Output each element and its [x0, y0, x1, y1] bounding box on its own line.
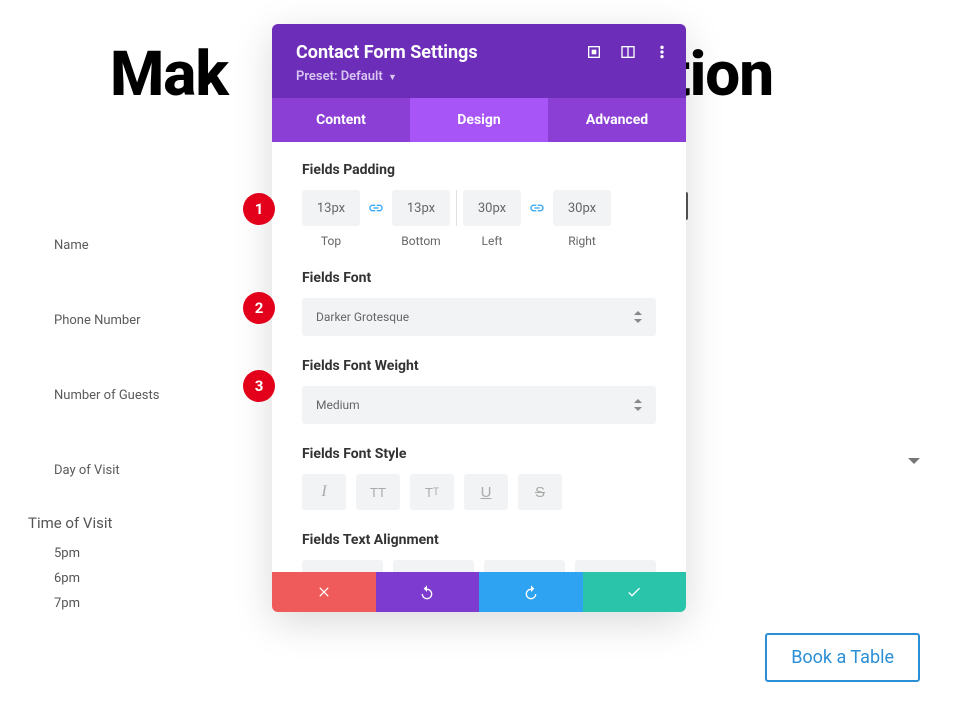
fields-font-select[interactable]: Darker Grotesque: [302, 298, 656, 336]
tab-content[interactable]: Content: [272, 98, 410, 142]
alignment-buttons: [302, 560, 656, 572]
chevron-down-icon: ▼: [388, 73, 397, 83]
cancel-button[interactable]: [272, 572, 376, 612]
padding-top-label: Top: [302, 234, 360, 248]
time-option-5pm[interactable]: 5pm: [54, 546, 80, 561]
dropdown-caret-icon[interactable]: [908, 458, 920, 464]
time-option-7pm[interactable]: 7pm: [54, 596, 80, 611]
preset-label: Preset:: [296, 69, 337, 84]
tab-design[interactable]: Design: [410, 98, 548, 142]
field-phone[interactable]: Phone Number: [54, 313, 159, 328]
padding-bottom-input[interactable]: [392, 190, 450, 226]
select-caret-icon: [634, 399, 642, 411]
form-fields-list: Name Phone Number Number of Guests Day o…: [54, 238, 159, 538]
annotation-1: 1: [243, 193, 275, 225]
panel-body: Fields Padding Top Bottom Left: [272, 142, 686, 572]
padding-top-input[interactable]: [302, 190, 360, 226]
redo-button[interactable]: [479, 572, 583, 612]
panel-header: Contact Form Settings Preset: Default ▼: [272, 24, 686, 98]
expand-icon[interactable]: [586, 44, 602, 60]
uppercase-button[interactable]: TT: [356, 474, 400, 510]
preset-value: Default: [341, 69, 383, 84]
fields-padding-label: Fields Padding: [302, 162, 656, 178]
font-style-buttons: I TT TT U S: [302, 474, 656, 510]
padding-left-label: Left: [463, 234, 521, 248]
annotation-2: 2: [243, 292, 275, 324]
font-value: Darker Grotesque: [316, 310, 409, 324]
padding-right-input[interactable]: [553, 190, 611, 226]
book-table-button[interactable]: Book a Table: [765, 633, 920, 682]
header-icons: [586, 44, 670, 60]
padding-controls: Top Bottom Left Right: [302, 190, 656, 248]
capitalize-button[interactable]: TT: [410, 474, 454, 510]
padding-left-input[interactable]: [463, 190, 521, 226]
align-center-button[interactable]: [393, 560, 474, 572]
panel-footer: [272, 572, 686, 612]
padding-right-label: Right: [553, 234, 611, 248]
fields-style-label: Fields Font Style: [302, 446, 656, 462]
align-right-button[interactable]: [484, 560, 565, 572]
fields-align-label: Fields Text Alignment: [302, 532, 656, 548]
time-options: 5pm 6pm 7pm: [54, 546, 80, 621]
field-day[interactable]: Day of Visit: [54, 463, 159, 478]
field-guests[interactable]: Number of Guests: [54, 388, 159, 403]
undo-button[interactable]: [376, 572, 480, 612]
preset-selector[interactable]: Preset: Default ▼: [296, 69, 662, 84]
time-of-visit-label: Time of Visit: [28, 514, 112, 532]
align-left-button[interactable]: [302, 560, 383, 572]
columns-icon[interactable]: [620, 44, 636, 60]
padding-divider: [456, 190, 457, 226]
fields-font-label: Fields Font: [302, 270, 656, 286]
link-vertical-icon[interactable]: [360, 190, 392, 226]
italic-button[interactable]: I: [302, 474, 346, 510]
time-option-6pm[interactable]: 6pm: [54, 571, 80, 586]
select-caret-icon: [634, 311, 642, 323]
padding-bottom-label: Bottom: [392, 234, 450, 248]
heading-part-left: Mak: [110, 38, 228, 111]
annotation-3: 3: [243, 370, 275, 402]
panel-tabs: Content Design Advanced: [272, 98, 686, 142]
more-icon[interactable]: [654, 44, 670, 60]
settings-panel: Contact Form Settings Preset: Default ▼ …: [272, 24, 686, 612]
fields-weight-select[interactable]: Medium: [302, 386, 656, 424]
tab-advanced[interactable]: Advanced: [548, 98, 686, 142]
strikethrough-button[interactable]: S: [518, 474, 562, 510]
fields-weight-label: Fields Font Weight: [302, 358, 656, 374]
field-name[interactable]: Name: [54, 238, 159, 253]
underline-button[interactable]: U: [464, 474, 508, 510]
confirm-button[interactable]: [583, 572, 687, 612]
align-justify-button[interactable]: [575, 560, 656, 572]
weight-value: Medium: [316, 398, 360, 412]
link-horizontal-icon[interactable]: [521, 190, 553, 226]
